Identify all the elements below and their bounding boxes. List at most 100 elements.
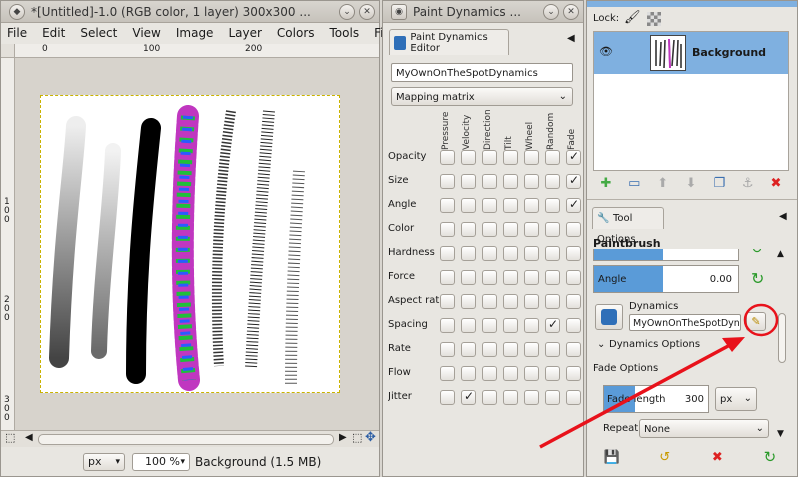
mapping-checkbox-hardness-wheel[interactable]: [524, 246, 539, 261]
mapping-checkbox-rate-wheel[interactable]: [524, 342, 539, 357]
mapping-checkbox-size-direction[interactable]: [482, 174, 497, 189]
ruler-corner[interactable]: [1, 44, 15, 58]
mapping-checkbox-aspect-ratio-velocity[interactable]: [461, 294, 476, 309]
canvas-viewport[interactable]: [15, 58, 379, 430]
menu-select[interactable]: Select: [80, 26, 117, 40]
reset-options-icon[interactable]: ↻: [759, 447, 781, 467]
mapping-checkbox-opacity-fade[interactable]: [566, 149, 581, 165]
dynamics-options-expander-icon[interactable]: ⌄: [597, 339, 605, 350]
mapping-checkbox-hardness-random[interactable]: [545, 246, 560, 261]
close-icon[interactable]: ✕: [359, 3, 375, 20]
mapping-checkbox-opacity-random[interactable]: [545, 150, 560, 165]
menu-file[interactable]: File: [7, 26, 27, 40]
mapping-checkbox-angle-wheel[interactable]: [524, 198, 539, 213]
mapping-checkbox-flow-wheel[interactable]: [524, 366, 539, 381]
dynamics-chooser-button[interactable]: [595, 304, 623, 330]
mapping-checkbox-color-pressure[interactable]: [440, 222, 455, 237]
mapping-checkbox-angle-direction[interactable]: [482, 198, 497, 213]
mapping-checkbox-flow-pressure[interactable]: [440, 366, 455, 381]
mapping-checkbox-jitter-wheel[interactable]: [524, 390, 539, 405]
mapping-checkbox-jitter-pressure[interactable]: [440, 390, 455, 405]
tab-menu-icon[interactable]: ◀: [567, 33, 575, 44]
dynamics-options-label[interactable]: Dynamics Options: [609, 339, 700, 350]
mapping-checkbox-size-wheel[interactable]: [524, 174, 539, 189]
mapping-checkbox-spacing-fade[interactable]: [566, 318, 581, 333]
repeat-select[interactable]: None ⌄: [639, 419, 769, 438]
mapping-checkbox-spacing-random[interactable]: [545, 317, 560, 333]
dynamics-name-input[interactable]: MyOwnOnTheSpotDynamics: [391, 63, 573, 82]
minimize-icon[interactable]: ⌄: [339, 3, 355, 20]
mapping-checkbox-opacity-wheel[interactable]: [524, 150, 539, 165]
tab-menu-icon[interactable]: ◀: [779, 211, 787, 222]
mapping-checkbox-rate-random[interactable]: [545, 342, 560, 357]
mapping-checkbox-aspect-ratio-pressure[interactable]: [440, 294, 455, 309]
mapping-checkbox-color-random[interactable]: [545, 222, 560, 237]
ruler-left[interactable]: 1 0 0 2 0 0 3 0 0: [1, 58, 15, 430]
eye-icon[interactable]: 👁: [599, 45, 613, 58]
layer-name[interactable]: Background: [692, 46, 766, 59]
image-canvas[interactable]: [40, 95, 340, 393]
reset-icon[interactable]: ↻: [751, 249, 763, 257]
mapping-checkbox-opacity-tilt[interactable]: [503, 150, 518, 165]
mapping-checkbox-hardness-velocity[interactable]: [461, 246, 476, 261]
scroll-up-icon[interactable]: ▲: [777, 249, 784, 259]
mapping-checkbox-jitter-random[interactable]: [545, 390, 560, 405]
mapping-checkbox-angle-pressure[interactable]: [440, 198, 455, 213]
zoom-select[interactable]: 100 % ▾: [132, 453, 190, 471]
mapping-checkbox-size-pressure[interactable]: [440, 174, 455, 189]
mapping-checkbox-hardness-direction[interactable]: [482, 246, 497, 261]
tool-options-tab[interactable]: 🔧 Tool Options: [592, 207, 664, 245]
mapping-checkbox-flow-fade[interactable]: [566, 366, 581, 381]
scroll-down-icon[interactable]: ▼: [777, 429, 784, 439]
restore-options-icon[interactable]: ↺: [654, 447, 676, 467]
dynamics-mode-select[interactable]: Mapping matrix ⌄: [391, 87, 573, 106]
mapping-checkbox-spacing-velocity[interactable]: [461, 318, 476, 333]
menu-edit[interactable]: Edit: [42, 26, 65, 40]
lock-alpha-icon[interactable]: [647, 12, 661, 26]
unit-select[interactable]: px ▾: [83, 453, 125, 471]
reset-angle-icon[interactable]: ↻: [751, 269, 764, 288]
mapping-checkbox-rate-fade[interactable]: [566, 342, 581, 357]
mapping-checkbox-opacity-pressure[interactable]: [440, 150, 455, 165]
delete-options-icon[interactable]: ✖: [706, 447, 728, 467]
dynamics-tab[interactable]: Paint Dynamics Editor: [389, 29, 509, 55]
mapping-checkbox-flow-direction[interactable]: [482, 366, 497, 381]
horizontal-scrollbar[interactable]: [38, 434, 334, 445]
mapping-checkbox-color-velocity[interactable]: [461, 222, 476, 237]
mapping-checkbox-aspect-ratio-tilt[interactable]: [503, 294, 518, 309]
raise-layer-icon[interactable]: ⬆: [652, 173, 674, 193]
scroll-right-icon[interactable]: ▶: [339, 432, 347, 443]
dock-separator[interactable]: [587, 199, 797, 203]
dynamics-name-field[interactable]: MyOwnOnTheSpotDynam: [629, 314, 741, 331]
previous-slider[interactable]: [593, 249, 739, 261]
menu-tools[interactable]: Tools: [330, 26, 360, 40]
mapping-checkbox-angle-velocity[interactable]: [461, 198, 476, 213]
mapping-checkbox-size-fade[interactable]: [566, 173, 581, 189]
image-window-titlebar[interactable]: ◆ *[Untitled]-1.0 (RGB color, 1 layer) 3…: [1, 1, 379, 23]
scrollbar-thumb[interactable]: [778, 313, 786, 363]
window-menu-icon[interactable]: ◆: [9, 3, 25, 20]
dynamics-titlebar[interactable]: ◉ Paint Dynamics ... ⌄ ✕: [383, 1, 583, 23]
navigate-icon[interactable]: ✥: [365, 430, 376, 445]
gimp-icon[interactable]: ◉: [391, 3, 407, 20]
save-options-icon[interactable]: 💾: [601, 447, 623, 467]
mapping-checkbox-angle-random[interactable]: [545, 198, 560, 213]
angle-slider[interactable]: Angle 0.00: [593, 265, 739, 293]
zoom-fit-icon[interactable]: ⬚: [352, 431, 362, 444]
delete-layer-icon[interactable]: ✖: [765, 173, 787, 193]
mapping-checkbox-color-direction[interactable]: [482, 222, 497, 237]
edit-dynamics-button[interactable]: ✎: [746, 312, 766, 331]
mapping-checkbox-force-pressure[interactable]: [440, 270, 455, 285]
mapping-checkbox-opacity-velocity[interactable]: [461, 150, 476, 165]
mapping-checkbox-aspect-ratio-fade[interactable]: [566, 294, 581, 309]
mapping-checkbox-opacity-direction[interactable]: [482, 150, 497, 165]
mapping-checkbox-aspect-ratio-direction[interactable]: [482, 294, 497, 309]
mapping-checkbox-aspect-ratio-wheel[interactable]: [524, 294, 539, 309]
mapping-checkbox-aspect-ratio-random[interactable]: [545, 294, 560, 309]
mapping-checkbox-jitter-direction[interactable]: [482, 390, 497, 405]
mapping-checkbox-color-fade[interactable]: [566, 222, 581, 237]
tool-options-scrollbar[interactable]: ▲ ▼: [777, 249, 787, 441]
mapping-checkbox-color-tilt[interactable]: [503, 222, 518, 237]
mapping-checkbox-rate-velocity[interactable]: [461, 342, 476, 357]
mapping-checkbox-size-tilt[interactable]: [503, 174, 518, 189]
